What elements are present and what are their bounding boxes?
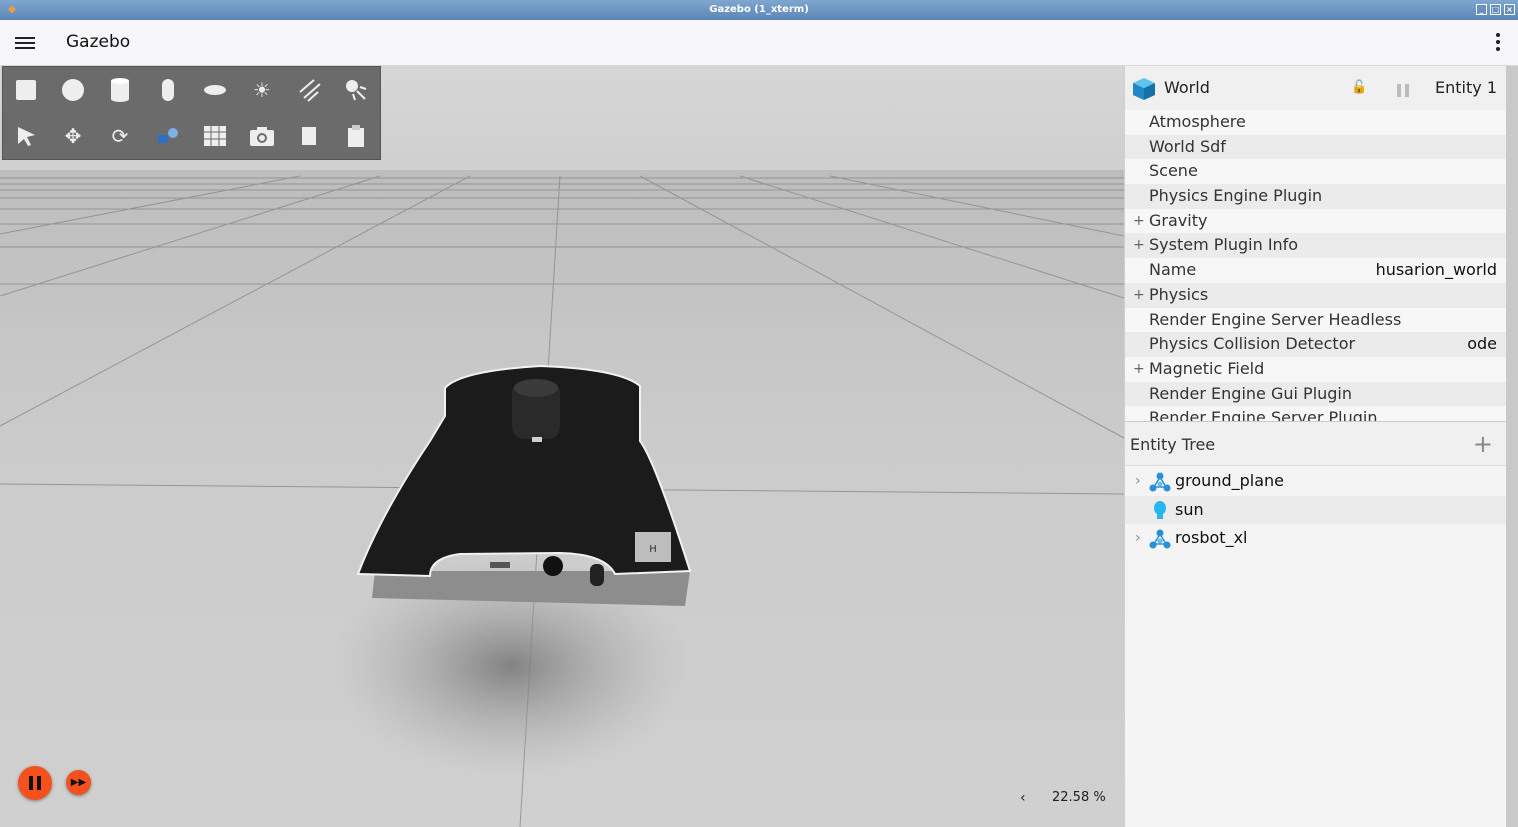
component-row[interactable]: World Sdf <box>1125 134 1507 160</box>
entity-tree-title: Entity Tree <box>1130 435 1216 454</box>
more-options-icon[interactable] <box>1496 33 1502 53</box>
component-row[interactable]: + Magnetic Field <box>1125 356 1507 382</box>
entity-tree: › ground_plane sun › rosbot_xl <box>1125 467 1507 553</box>
pause-inspector-icon[interactable] <box>1397 82 1413 97</box>
step-forward-button[interactable]: ▶▶ <box>66 770 91 795</box>
grid-snap-icon[interactable] <box>200 121 230 151</box>
window-titlebar: ◆ Gazebo (1_xterm) _ □ × <box>0 0 1518 20</box>
capsule-icon[interactable] <box>153 75 183 105</box>
component-label: System Plugin Info <box>1149 235 1299 255</box>
component-label: Gravity <box>1149 210 1208 230</box>
window-title: Gazebo (1_xterm) <box>709 4 809 15</box>
component-inspector-header: World 🔓 Entity 1 <box>1125 66 1507 110</box>
entity-id: Entity 1 <box>1435 78 1497 97</box>
component-label: Physics <box>1149 284 1209 304</box>
lock-icon[interactable]: 🔓 <box>1351 80 1367 96</box>
select-arrow-icon[interactable] <box>11 121 41 151</box>
chevron-right-icon[interactable]: › <box>1135 467 1141 496</box>
right-panel: World 🔓 Entity 1 Atmosphere World Sdf Sc… <box>1124 66 1507 827</box>
chevron-right-icon[interactable]: › <box>1135 524 1141 553</box>
component-row[interactable]: + System Plugin Info <box>1125 233 1507 259</box>
tree-item-ground-plane[interactable]: › ground_plane <box>1125 467 1507 496</box>
component-row[interactable]: + Physics <box>1125 282 1507 308</box>
expand-plus-icon[interactable]: + <box>1133 209 1145 234</box>
model-icon <box>1149 529 1171 549</box>
window-controls: _ □ × <box>1476 4 1515 15</box>
expand-plus-icon[interactable]: + <box>1133 283 1145 308</box>
world-cube-icon <box>1133 78 1155 100</box>
component-row[interactable]: Physics Collision Detector ode <box>1125 332 1507 357</box>
component-row[interactable]: Atmosphere <box>1125 110 1507 135</box>
component-label: Scene <box>1149 161 1198 181</box>
spot-light-icon[interactable] <box>341 75 371 105</box>
app-title: Gazebo <box>66 32 131 52</box>
minimize-button[interactable]: _ <box>1476 4 1487 15</box>
tree-item-sun[interactable]: sun <box>1125 495 1507 524</box>
app-icon: ◆ <box>8 4 16 15</box>
model-icon <box>1149 472 1171 492</box>
entity-tree-header: Entity Tree + <box>1125 422 1507 466</box>
maximize-button[interactable]: □ <box>1490 4 1501 15</box>
light-bulb-icon <box>1154 500 1166 519</box>
sphere-icon[interactable] <box>58 75 88 105</box>
cylinder-icon[interactable] <box>105 75 135 105</box>
component-label: Magnetic Field <box>1149 358 1265 378</box>
scene-render: H <box>0 66 1124 827</box>
component-value: husarion_world <box>1375 260 1497 280</box>
component-label: Physics Engine Plugin <box>1149 186 1323 206</box>
component-label: Atmosphere <box>1149 112 1246 131</box>
component-row[interactable]: Scene <box>1125 159 1507 185</box>
component-row[interactable]: Render Engine Server Headless <box>1125 307 1507 333</box>
component-row[interactable]: + Gravity <box>1125 208 1507 234</box>
menu-icon[interactable] <box>15 34 35 52</box>
sun-light-icon[interactable]: ☀ <box>247 75 277 105</box>
component-row[interactable]: Render Engine Gui Plugin <box>1125 381 1507 407</box>
component-row[interactable]: Render Engine Server Plugin <box>1125 406 1507 421</box>
add-entity-plus-icon[interactable]: + <box>1473 430 1493 458</box>
component-label: Physics Collision Detector <box>1149 334 1356 354</box>
panel-scrollbar[interactable] <box>1506 66 1518 827</box>
component-label: World Sdf <box>1149 136 1226 156</box>
rotate-icon[interactable]: ⟳ <box>105 121 135 151</box>
component-label: Name <box>1149 260 1197 280</box>
component-list: Atmosphere World Sdf Scene Physics Engin… <box>1125 110 1507 421</box>
component-row[interactable]: Name husarion_world <box>1125 258 1507 283</box>
directional-light-icon[interactable] <box>295 75 325 105</box>
close-button[interactable]: × <box>1504 4 1515 15</box>
copy-icon[interactable] <box>295 121 325 151</box>
entity-name: World <box>1164 78 1210 97</box>
tree-item-rosbot-xl[interactable]: › rosbot_xl <box>1125 524 1507 553</box>
translate-icon[interactable]: ✥ <box>58 121 88 151</box>
tree-item-label: rosbot_xl <box>1175 528 1248 547</box>
camera-screenshot-icon[interactable] <box>247 121 277 151</box>
component-label: Render Engine Server Plugin <box>1149 408 1378 421</box>
tree-item-label: ground_plane <box>1175 471 1284 490</box>
chevron-left-icon[interactable]: ‹ <box>1020 790 1026 806</box>
expand-plus-icon[interactable]: + <box>1133 233 1145 258</box>
transform-control-icon[interactable] <box>153 121 183 151</box>
expand-plus-icon[interactable]: + <box>1133 357 1145 382</box>
shapes-toolbar: ☀ ✥ ⟳ <box>2 66 381 160</box>
scene-3d-viewport[interactable]: H ☀ ✥ ⟳ ▶▶ ‹ 22.58 % <box>0 66 1124 827</box>
component-label: Render Engine Server Headless <box>1149 309 1402 329</box>
component-value: ode <box>1467 334 1497 354</box>
component-row[interactable]: Physics Engine Plugin <box>1125 184 1507 209</box>
tree-item-label: sun <box>1175 499 1204 519</box>
real-time-factor: 22.58 % <box>1052 790 1106 805</box>
component-label: Render Engine Gui Plugin <box>1149 383 1353 403</box>
svg-text:H: H <box>649 544 657 555</box>
app-header: Gazebo <box>0 20 1518 66</box>
play-pause-button[interactable] <box>18 766 52 800</box>
paste-icon[interactable] <box>341 121 371 151</box>
ellipsoid-icon[interactable] <box>200 75 230 105</box>
box-icon[interactable] <box>11 75 41 105</box>
